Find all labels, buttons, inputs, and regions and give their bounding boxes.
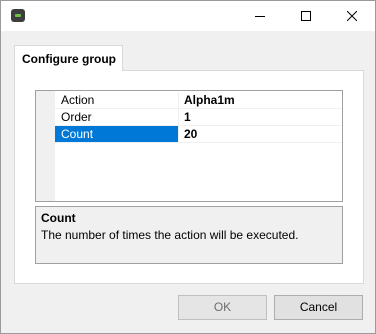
close-button[interactable] [329,1,375,31]
property-value[interactable]: 20 [179,126,342,142]
title-bar [1,1,375,31]
property-row-count[interactable]: Count 20 [55,126,342,143]
maximize-button[interactable] [283,1,329,31]
app-icon [11,9,25,22]
maximize-icon [301,11,311,21]
property-name: Order [55,109,179,125]
cancel-button[interactable]: Cancel [274,295,363,320]
dialog-window: Configure group Action Alpha1m Order 1 C… [0,0,376,334]
property-value[interactable]: Alpha1m [179,92,342,108]
grid-gutter [36,91,55,201]
minimize-button[interactable] [237,1,283,31]
property-help-panel: Count The number of times the action wil… [35,206,343,264]
property-row-order[interactable]: Order 1 [55,109,342,126]
ok-button[interactable]: OK [178,295,267,320]
tab-label: Configure group [22,52,116,66]
help-title: Count [41,211,76,225]
property-name: Count [55,126,179,142]
minimize-icon [255,16,265,17]
close-icon [347,11,357,21]
property-value[interactable]: 1 [179,109,342,125]
property-name: Action [55,92,179,108]
property-row-action[interactable]: Action Alpha1m [55,92,342,109]
help-description: The number of times the action will be e… [41,228,299,242]
property-grid[interactable]: Action Alpha1m Order 1 Count 20 [35,90,343,202]
tab-configure-group[interactable]: Configure group [14,45,123,71]
